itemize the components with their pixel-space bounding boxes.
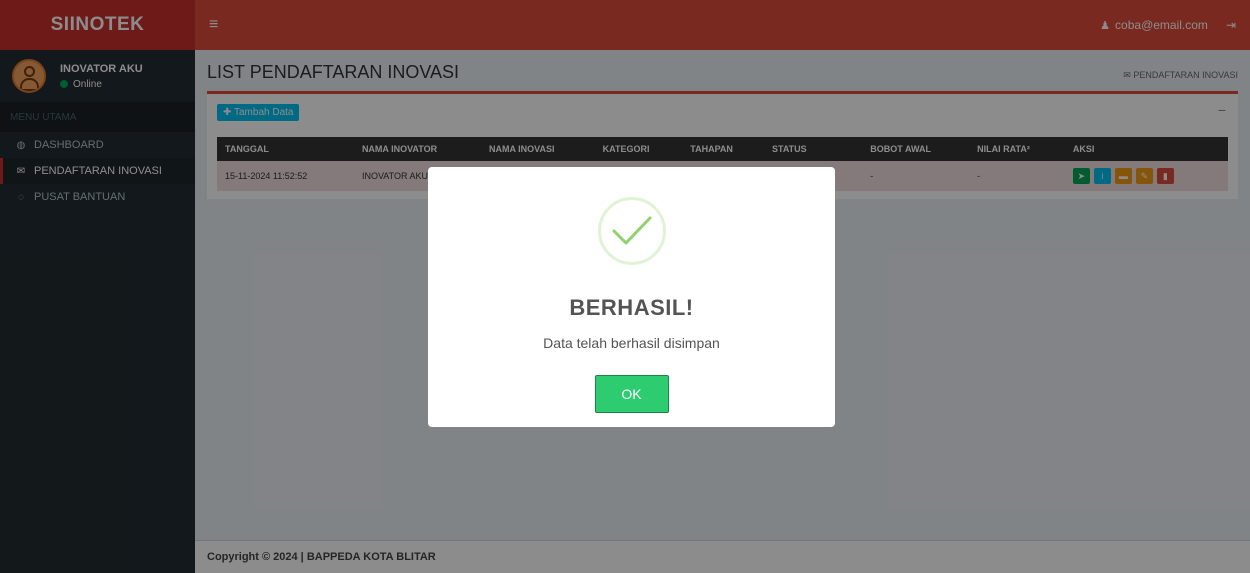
dialog-message: Data telah berhasil disimpan: [543, 335, 720, 351]
dialog-title: BERHASIL!: [569, 295, 694, 320]
ok-button[interactable]: OK: [594, 375, 669, 413]
success-check-icon: [597, 197, 666, 265]
success-dialog: BERHASIL! Data telah berhasil disimpan O…: [428, 167, 835, 427]
